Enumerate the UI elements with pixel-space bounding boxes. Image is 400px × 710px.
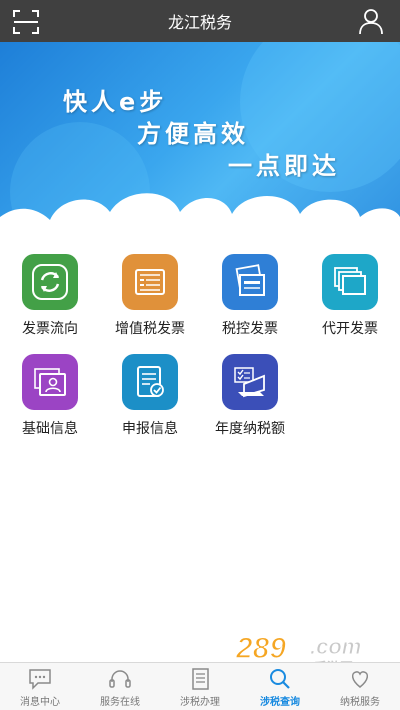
tab-label: 服务在线 [100, 697, 140, 708]
menu-item-label: 税控发票 [222, 321, 278, 337]
banner-slogan-2: 方便高效 [137, 120, 249, 148]
svg-text:.com: .com [310, 634, 361, 659]
tab-tax-query[interactable]: 涉税查询 [240, 663, 320, 710]
menu-item-label: 申报信息 [122, 421, 178, 437]
bottom-tab-bar: 消息中心 服务在线 涉税办理 涉税查询 纳税服务 [0, 662, 400, 710]
menu-item-vat-invoice[interactable]: 增值税发票 [100, 252, 200, 347]
menu-item-label: 基础信息 [22, 421, 78, 437]
cloud-decoration [0, 193, 400, 252]
tab-label: 消息中心 [20, 697, 60, 708]
ticket-icon [122, 254, 178, 310]
top-bar: 龙江税务 [0, 0, 400, 42]
menu-item-label: 增值税发票 [115, 321, 185, 337]
menu-item-invoice-flow[interactable]: 发票流向 [0, 252, 100, 347]
menu-item-basic-info[interactable]: 基础信息 [0, 352, 100, 447]
menu-item-annual-tax[interactable]: 年度纳税额 [200, 352, 300, 447]
banner-slogan-1: 快人e步 [63, 88, 168, 116]
stacked-cards-icon [222, 254, 278, 310]
chat-bubble-icon [29, 669, 51, 690]
menu-item-label: 年度纳税额 [215, 421, 285, 437]
menu-item-label: 发票流向 [22, 321, 78, 337]
document-check-icon [122, 354, 178, 410]
scan-button[interactable] [10, 6, 42, 38]
headset-icon [109, 670, 131, 688]
tab-online-service[interactable]: 服务在线 [80, 663, 160, 710]
menu-item-label: 代开发票 [322, 321, 378, 337]
tab-label: 涉税办理 [180, 697, 220, 708]
id-card-icon [22, 354, 78, 410]
menu-item-tax-control-invoice[interactable]: 税控发票 [200, 252, 300, 347]
tab-message-center[interactable]: 消息中心 [0, 663, 80, 710]
refresh-cycle-icon [22, 254, 78, 310]
page-title: 龙江税务 [167, 13, 232, 32]
menu-item-declaration-info[interactable]: 申报信息 [100, 352, 200, 447]
search-icon [270, 669, 290, 689]
menu-item-proxy-invoice[interactable]: 代开发票 [300, 252, 400, 347]
tab-tax-handling[interactable]: 涉税办理 [160, 663, 240, 710]
laptop-icon [222, 354, 278, 410]
document-list-icon [192, 668, 209, 690]
scan-icon [13, 10, 39, 34]
svg-text:289: 289 [235, 632, 286, 665]
heart-icon [351, 671, 369, 688]
tab-label: 纳税服务 [340, 697, 380, 708]
promo-banner[interactable]: 快人e步 方便高效 一点即达 [0, 42, 400, 252]
user-icon [359, 9, 383, 35]
stacked-windows-icon [322, 254, 378, 310]
tab-taxpayer-service[interactable]: 纳税服务 [320, 663, 400, 710]
user-profile-button[interactable] [356, 6, 386, 36]
tab-label: 涉税查询 [260, 697, 300, 708]
